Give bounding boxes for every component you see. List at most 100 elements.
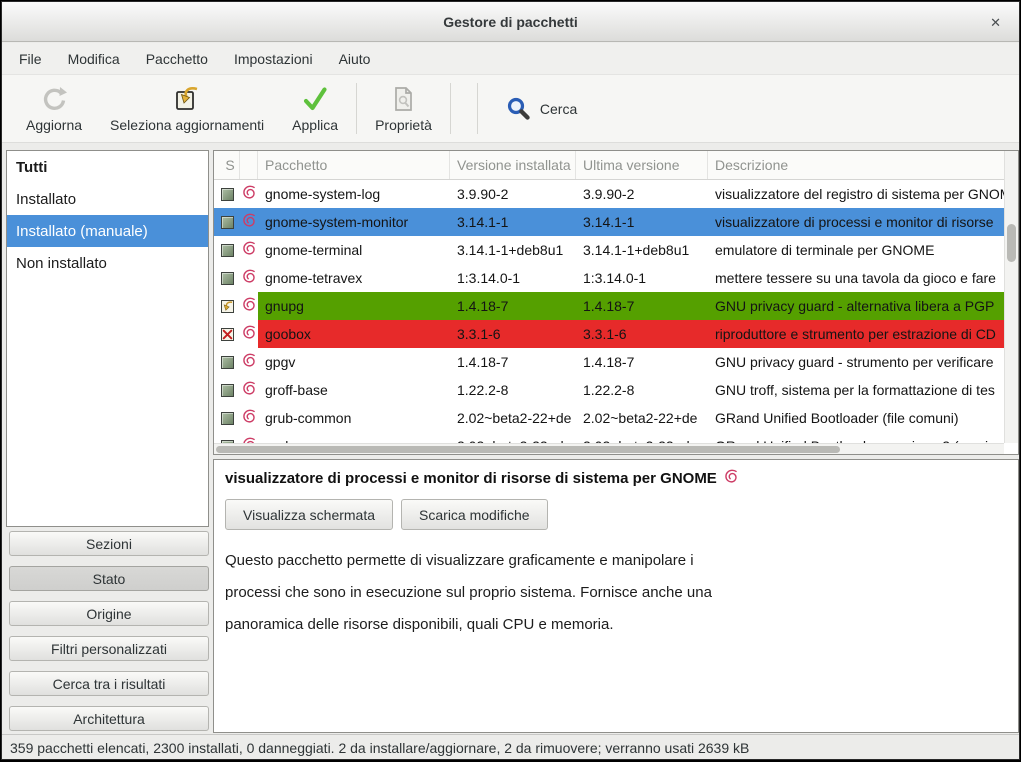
status-installed-icon[interactable]: [221, 384, 234, 397]
column-header-package[interactable]: Pacchetto: [258, 151, 450, 179]
table-row-gnupg[interactable]: gnupg1.4.18-71.4.18-7GNU privacy guard -…: [214, 292, 1004, 320]
status-installed-icon[interactable]: [221, 356, 234, 369]
cell-package: gnome-tetravex: [258, 264, 450, 292]
status-marked-remove-icon[interactable]: [221, 328, 234, 341]
menu-aiuto[interactable]: Aiuto: [326, 51, 384, 67]
refresh-button[interactable]: Aggiorna: [12, 75, 96, 142]
debian-swirl-icon: [242, 325, 257, 343]
vertical-scrollbar-thumb[interactable]: [1007, 224, 1016, 262]
cell-package: grub-pc: [258, 432, 450, 443]
details-title: visualizzatore di processi e monitor di …: [225, 470, 717, 487]
debian-swirl-icon: [242, 353, 257, 371]
cell-latest-version: 1.4.18-7: [576, 292, 708, 320]
cell-package: goobox: [258, 320, 450, 348]
cell-latest-version: 2.02~beta2-22+de: [576, 404, 708, 432]
cell-latest-version: 3.3.1-6: [576, 320, 708, 348]
filter-item-tutti[interactable]: Tutti: [7, 151, 208, 183]
cell-package: gnupg: [258, 292, 450, 320]
cell-latest-version: 3.9.90-2: [576, 180, 708, 208]
vertical-scrollbar[interactable]: [1004, 151, 1018, 443]
cell-description: emulatore di terminale per GNOME: [708, 236, 1004, 264]
apply-button[interactable]: Applica: [278, 75, 352, 142]
filter-item-installato-manuale[interactable]: Installato (manuale): [7, 215, 208, 247]
search-button[interactable]: Cerca: [496, 75, 587, 142]
cell-package: grub-common: [258, 404, 450, 432]
titlebar[interactable]: Gestore di pacchetti ✕: [2, 2, 1019, 42]
column-header-status[interactable]: S: [214, 151, 240, 179]
status-installed-icon[interactable]: [221, 188, 234, 201]
close-icon[interactable]: ✕: [986, 13, 1005, 33]
search-icon: [506, 96, 531, 121]
cell-package: gpgv: [258, 348, 450, 376]
table-row-groff-base[interactable]: groff-base1.22.2-81.22.2-8GNU troff, sis…: [214, 376, 1004, 404]
table-row-gnome-system-log[interactable]: gnome-system-log3.9.90-23.9.90-2visualiz…: [214, 180, 1004, 208]
package-table-body: gnome-system-log3.9.90-23.9.90-2visualiz…: [214, 180, 1004, 443]
horizontal-scrollbar[interactable]: [214, 443, 1004, 454]
get-changelog-button[interactable]: Scarica modifiche: [401, 499, 548, 530]
toolbar-separator: [450, 83, 451, 134]
column-header-installed-version[interactable]: Versione installata: [450, 151, 576, 179]
status-button[interactable]: Stato: [9, 566, 209, 591]
get-screenshot-button[interactable]: Visualizza schermata: [225, 499, 393, 530]
properties-label: Proprietà: [375, 117, 432, 133]
architecture-button[interactable]: Architettura: [9, 706, 209, 731]
status-marked-upgrade-icon[interactable]: [221, 300, 234, 313]
debian-swirl-icon: [242, 185, 257, 203]
table-row-gnome-terminal[interactable]: gnome-terminal3.14.1-1+deb8u13.14.1-1+de…: [214, 236, 1004, 264]
custom-filters-button[interactable]: Filtri personalizzati: [9, 636, 209, 661]
menu-file[interactable]: File: [6, 51, 55, 67]
cell-installed-version: 1.22.2-8: [450, 376, 576, 404]
cell-description: visualizzatore di processi e monitor di …: [708, 208, 1004, 236]
table-row-gpgv[interactable]: gpgv1.4.18-71.4.18-7GNU privacy guard - …: [214, 348, 1004, 376]
debian-swirl-icon: [242, 213, 257, 231]
status-installed-icon[interactable]: [221, 216, 234, 229]
cell-installed-version: 3.9.90-2: [450, 180, 576, 208]
status-installed-icon[interactable]: [221, 412, 234, 425]
origin-button[interactable]: Origine: [9, 601, 209, 626]
column-header-latest-version[interactable]: Ultima versione: [576, 151, 708, 179]
table-row-grub-common[interactable]: grub-common2.02~beta2-22+de2.02~beta2-22…: [214, 404, 1004, 432]
cell-latest-version: 3.14.1-1+deb8u1: [576, 236, 708, 264]
cell-description: GNU privacy guard - strumento per verifi…: [708, 348, 1004, 376]
column-header-description[interactable]: Descrizione: [708, 151, 1004, 179]
menu-modifica[interactable]: Modifica: [55, 51, 133, 67]
cell-installed-version: 3.3.1-6: [450, 320, 576, 348]
package-table: S Pacchetto Versione installata Ultima v…: [213, 150, 1019, 455]
refresh-label: Aggiorna: [26, 117, 82, 133]
cell-latest-version: 2.02~beta2-22+de: [576, 432, 708, 443]
cell-package: gnome-system-monitor: [258, 208, 450, 236]
table-header: S Pacchetto Versione installata Ultima v…: [214, 151, 1004, 180]
details-panel: visualizzatore di processi e monitor di …: [213, 459, 1019, 733]
search-label: Cerca: [540, 101, 577, 117]
debian-swirl-icon: [724, 469, 739, 488]
mark-all-upgrades-button[interactable]: Seleziona aggiornamenti: [96, 75, 278, 142]
debian-swirl-icon: [242, 297, 257, 315]
cell-latest-version: 3.14.1-1: [576, 208, 708, 236]
sections-button[interactable]: Sezioni: [9, 531, 209, 556]
filter-item-non-installato[interactable]: Non installato: [7, 247, 208, 279]
menu-pacchetto[interactable]: Pacchetto: [133, 51, 221, 67]
status-installed-icon[interactable]: [221, 272, 234, 285]
search-results-button[interactable]: Cerca tra i risultati: [9, 671, 209, 696]
cell-description: riproduttore e strumento per estrazione …: [708, 320, 1004, 348]
cell-package: groff-base: [258, 376, 450, 404]
cell-latest-version: 1.22.2-8: [576, 376, 708, 404]
mark-upgrades-label: Seleziona aggiornamenti: [110, 117, 264, 133]
apply-label: Applica: [292, 117, 338, 133]
filter-item-installato[interactable]: Installato: [7, 183, 208, 215]
table-row-gnome-tetravex[interactable]: gnome-tetravex1:3.14.0-11:3.14.0-1metter…: [214, 264, 1004, 292]
debian-swirl-icon: [242, 241, 257, 259]
menu-impostazioni[interactable]: Impostazioni: [221, 51, 326, 67]
cell-description: GNU privacy guard - alternativa libera a…: [708, 292, 1004, 320]
properties-button[interactable]: Proprietà: [361, 75, 446, 142]
table-row-gnome-system-monitor[interactable]: gnome-system-monitor3.14.1-13.14.1-1visu…: [214, 208, 1004, 236]
horizontal-scrollbar-thumb[interactable]: [216, 446, 840, 453]
status-installed-icon[interactable]: [221, 244, 234, 257]
synaptic-window: Gestore di pacchetti ✕ File Modifica Pac…: [1, 1, 1020, 760]
cell-description: GRand Unified Bootloader, versione 2 (ve…: [708, 432, 1004, 443]
toolbar-separator: [356, 83, 357, 134]
window-title: Gestore di pacchetti: [443, 14, 578, 30]
table-row-grub-pc[interactable]: grub-pc2.02~beta2-22+de2.02~beta2-22+deG…: [214, 432, 1004, 443]
column-header-origin[interactable]: [240, 151, 258, 179]
table-row-goobox[interactable]: goobox3.3.1-63.3.1-6riproduttore e strum…: [214, 320, 1004, 348]
